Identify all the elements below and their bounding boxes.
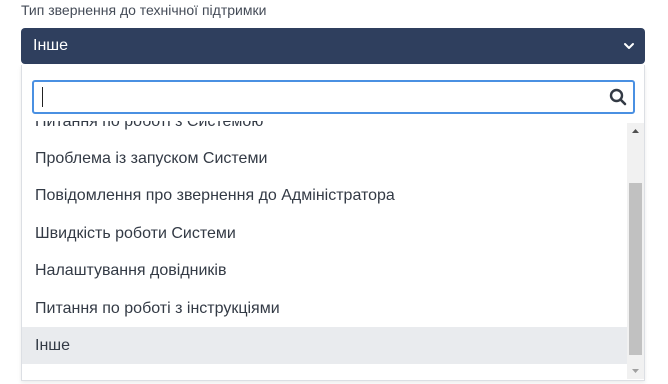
search-icon[interactable] [609,88,627,106]
option-item[interactable]: Проблема із запуском Системи [22,140,628,177]
option-item[interactable]: Питання по роботі з інструкціями [22,290,628,327]
scroll-down-arrow-icon[interactable] [627,362,644,379]
text-caret [42,87,43,107]
search-box [32,80,635,114]
dropdown-panel: Питання по роботі з Системою Проблема із… [21,65,645,381]
option-item[interactable]: Повідомлення про звернення до Адміністра… [22,177,628,214]
search-input[interactable] [40,82,600,112]
field-label: Тип звернення до технічної підтримки [21,2,267,18]
option-item[interactable]: Питання по роботі з Системою [22,121,628,140]
select-value: Інше [33,37,69,54]
scrollbar[interactable] [627,123,644,379]
option-item-selected[interactable]: Інше [22,327,628,364]
scrollbar-thumb[interactable] [629,183,642,355]
option-item[interactable]: Налаштування довідників [22,252,628,289]
scroll-up-arrow-icon[interactable] [627,123,644,140]
support-type-select[interactable]: Інше [21,28,645,64]
chevron-down-icon [624,43,634,49]
option-item[interactable]: Швидкість роботи Системи [22,215,628,252]
options-list: Питання по роботі з Системою Проблема із… [22,121,628,379]
